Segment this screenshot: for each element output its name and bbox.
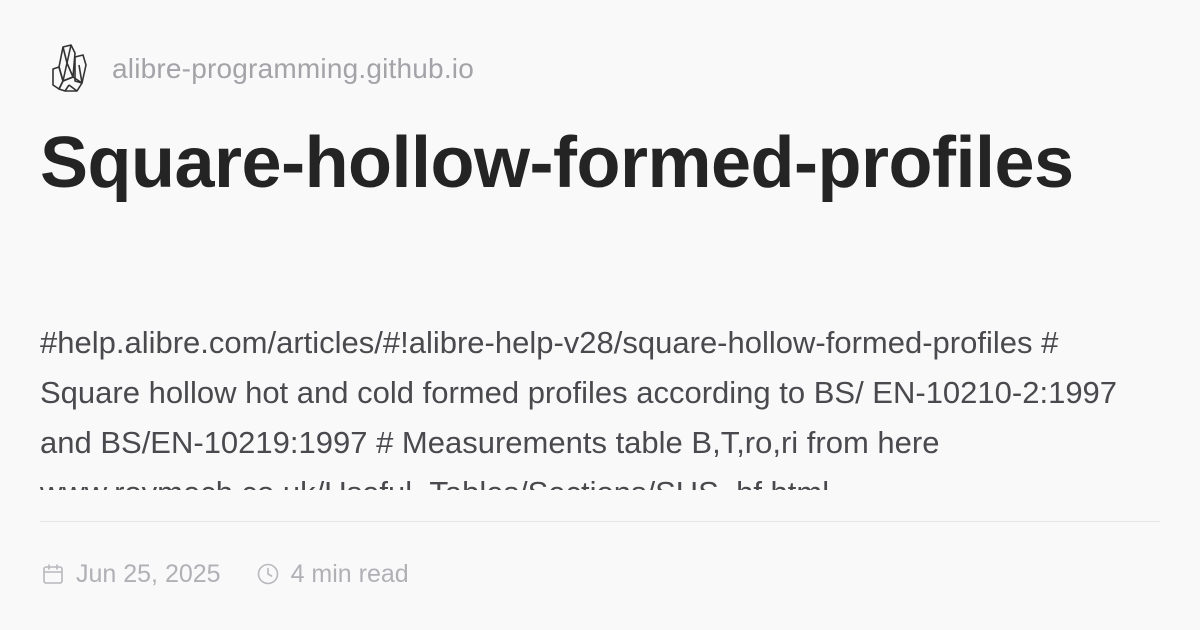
page-title: Square-hollow-formed-profiles (40, 123, 1074, 203)
publish-date: Jun 25, 2025 (40, 560, 221, 589)
description-container: #help.alibre.com/articles/#!alibre-help-… (40, 318, 1140, 490)
crystal-logo-icon (40, 40, 98, 98)
publish-date-text: Jun 25, 2025 (76, 559, 221, 588)
site-name[interactable]: alibre-programming.github.io (112, 53, 474, 85)
clock-icon (255, 561, 281, 587)
post-meta: Jun 25, 2025 4 min read (40, 556, 443, 592)
site-header: alibre-programming.github.io (40, 40, 474, 98)
post-description: #help.alibre.com/articles/#!alibre-help-… (40, 325, 1118, 490)
calendar-icon (40, 561, 66, 587)
social-card: alibre-programming.github.io Square-holl… (0, 0, 1200, 630)
reading-time: 4 min read (255, 560, 409, 589)
reading-time-text: 4 min read (290, 559, 409, 588)
divider (40, 521, 1160, 522)
